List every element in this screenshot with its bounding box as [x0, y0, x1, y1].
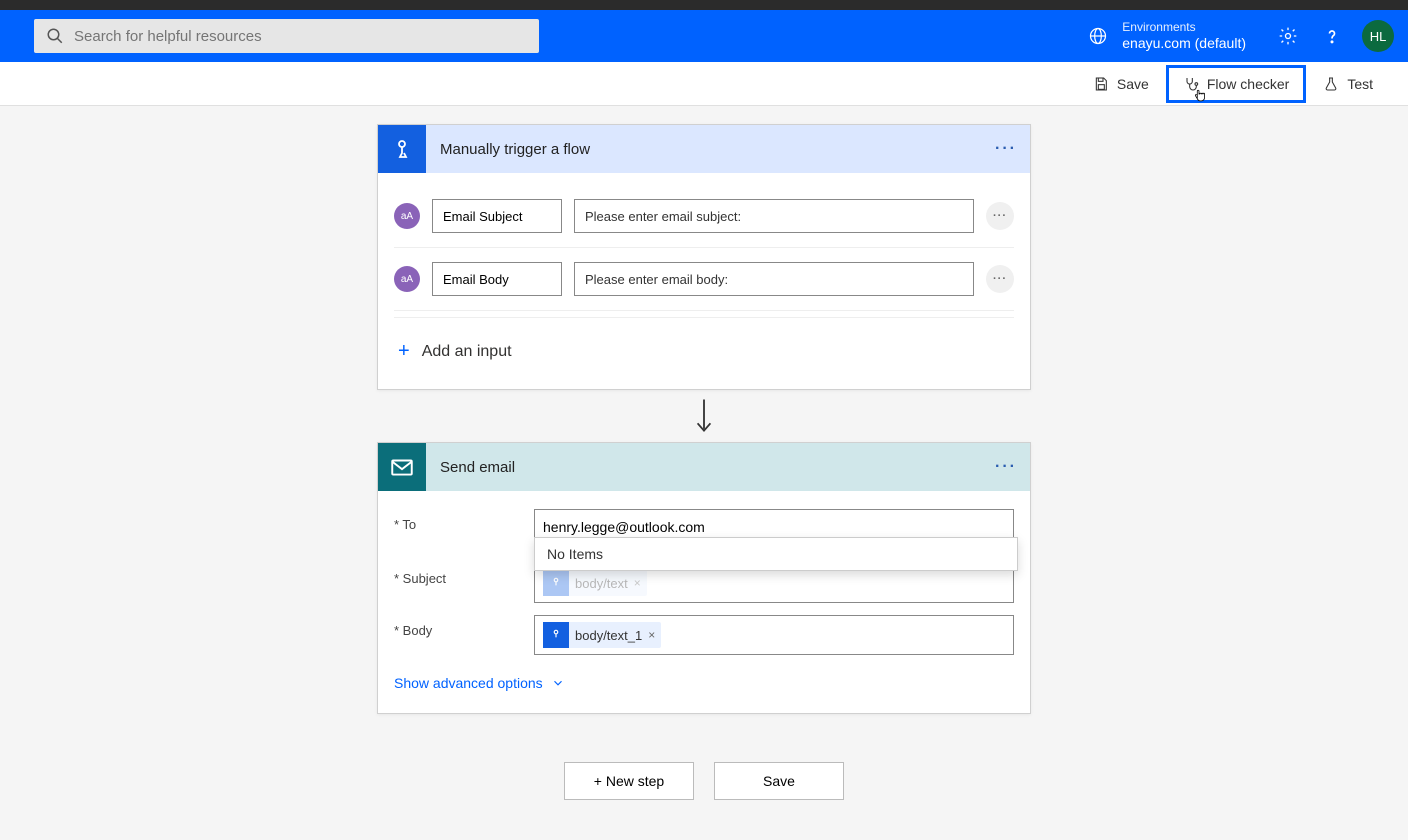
add-input-button[interactable]: + Add an input: [394, 324, 1014, 369]
action-icon-square: [378, 443, 426, 491]
environment-value: enayu.com (default): [1122, 35, 1246, 53]
mail-icon: [389, 454, 415, 480]
gear-icon: [1278, 26, 1298, 46]
input-prompt-field[interactable]: Please enter email body:: [574, 262, 974, 296]
to-value: henry.legge@outlook.com: [543, 519, 705, 535]
token-remove[interactable]: ×: [634, 576, 641, 590]
save-label: Save: [1117, 76, 1149, 92]
input-prompt-field[interactable]: Please enter email subject:: [574, 199, 974, 233]
input-name-field[interactable]: Email Body: [432, 262, 562, 296]
input-name-field[interactable]: Email Subject: [432, 199, 562, 233]
bottom-button-row: + New step Save: [564, 762, 844, 800]
input-row-menu[interactable]: ···: [986, 265, 1014, 293]
test-button[interactable]: Test: [1306, 65, 1390, 103]
to-row: * To henry.legge@outlook.com No Items: [394, 503, 1014, 551]
globe-icon: [1088, 26, 1108, 46]
trigger-card: Manually trigger a flow ··· aA Email Sub…: [377, 124, 1031, 390]
action-menu-button[interactable]: ···: [992, 455, 1020, 479]
search-box[interactable]: [34, 19, 539, 53]
chevron-down-icon: [551, 676, 565, 690]
action-header[interactable]: Send email ···: [378, 443, 1030, 491]
body-row: * Body body/text_1 ×: [394, 609, 1014, 661]
trigger-header[interactable]: Manually trigger a flow ···: [378, 125, 1030, 173]
stethoscope-icon: [1183, 76, 1199, 92]
settings-button[interactable]: [1278, 26, 1298, 46]
body-field[interactable]: body/text_1 ×: [534, 615, 1014, 655]
editor-toolbar: Save Flow checker Test: [0, 62, 1408, 106]
plus-icon: +: [398, 340, 410, 363]
connector-arrow: [693, 390, 715, 442]
environment-text: Environments enayu.com (default): [1122, 20, 1246, 53]
flow-checker-button[interactable]: Flow checker: [1166, 65, 1306, 103]
avatar-initials: HL: [1370, 29, 1387, 44]
touch-icon: [390, 137, 414, 161]
flask-icon: [1323, 76, 1339, 92]
new-step-button[interactable]: + New step: [564, 762, 694, 800]
show-advanced-link[interactable]: Show advanced options: [394, 661, 1014, 693]
test-label: Test: [1347, 76, 1373, 92]
trigger-body: aA Email Subject Please enter email subj…: [378, 173, 1030, 389]
token-icon: [543, 622, 569, 648]
trigger-title: Manually trigger a flow: [440, 141, 590, 158]
action-card: Send email ··· * To henry.legge@outlook.…: [377, 442, 1031, 714]
action-body: * To henry.legge@outlook.com No Items * …: [378, 491, 1030, 713]
new-step-label: + New step: [594, 773, 664, 789]
trigger-input-row: aA Email Body Please enter email body: ·…: [394, 248, 1014, 311]
to-suggest-dropdown[interactable]: No Items: [534, 537, 1018, 571]
token-remove[interactable]: ×: [648, 628, 655, 642]
trigger-menu-button[interactable]: ···: [992, 137, 1020, 161]
trigger-input-row: aA Email Subject Please enter email subj…: [394, 185, 1014, 248]
help-icon: [1322, 26, 1342, 46]
save-icon: [1093, 76, 1109, 92]
token-icon: [543, 570, 569, 596]
arrow-down-icon: [693, 396, 715, 436]
flow-canvas: Manually trigger a flow ··· aA Email Sub…: [0, 106, 1408, 840]
trigger-icon-square: [378, 125, 426, 173]
advanced-label: Show advanced options: [394, 675, 543, 691]
bottom-save-button[interactable]: Save: [714, 762, 844, 800]
environment-picker[interactable]: Environments enayu.com (default): [1088, 20, 1246, 53]
divider: [394, 317, 1014, 318]
dropdown-no-items: No Items: [547, 546, 603, 562]
add-input-label: Add an input: [422, 343, 512, 361]
app-header: Environments enayu.com (default) HL: [0, 10, 1408, 62]
bottom-save-label: Save: [763, 773, 795, 789]
environment-label: Environments: [1122, 20, 1246, 35]
browser-chrome: [0, 0, 1408, 10]
to-label: * To: [394, 509, 534, 532]
save-button[interactable]: Save: [1076, 65, 1166, 103]
help-button[interactable]: [1322, 26, 1342, 46]
body-label: * Body: [394, 615, 534, 638]
input-row-menu[interactable]: ···: [986, 202, 1014, 230]
body-token[interactable]: body/text_1 ×: [543, 622, 661, 648]
search-icon: [46, 27, 64, 45]
search-input[interactable]: [74, 28, 527, 45]
text-type-icon: aA: [394, 203, 420, 229]
token-text: body/text: [575, 576, 628, 591]
subject-token[interactable]: body/text ×: [543, 570, 647, 596]
flow-checker-label: Flow checker: [1207, 76, 1289, 92]
text-type-icon: aA: [394, 266, 420, 292]
token-text: body/text_1: [575, 628, 642, 643]
user-avatar[interactable]: HL: [1362, 20, 1394, 52]
action-title: Send email: [440, 459, 515, 476]
subject-label: * Subject: [394, 563, 534, 586]
